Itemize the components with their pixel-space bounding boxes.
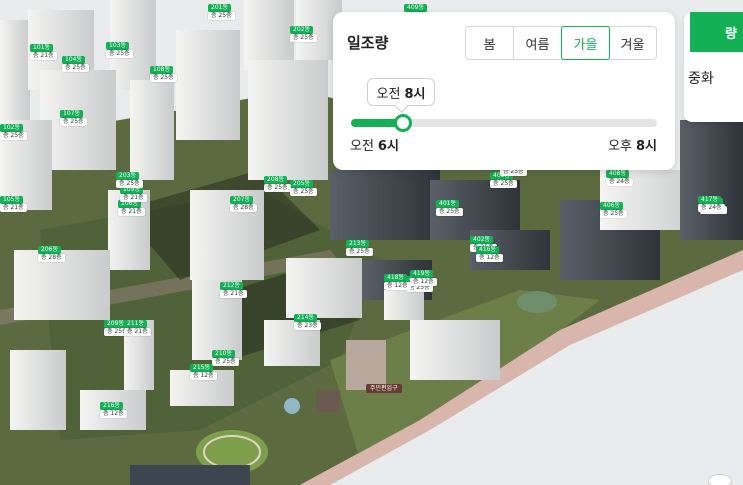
building-floors: 층 23층 — [294, 322, 321, 330]
entrance-label: 주민편입구 — [366, 384, 402, 393]
building-number: 213동 — [346, 240, 369, 248]
tab-autumn[interactable]: 가을 — [561, 26, 610, 60]
tooltip-prefix: 오전 — [376, 86, 401, 102]
building-number: 105동 — [0, 196, 23, 204]
building-floors: 층 12층 — [384, 282, 411, 290]
building-floors: 층 25층 — [212, 358, 239, 366]
building-floors: 층 25층 — [490, 180, 517, 188]
tab-spring[interactable]: 봄 — [466, 27, 514, 59]
tab-summer[interactable]: 여름 — [514, 27, 562, 59]
building-number: 108동 — [150, 66, 173, 74]
building-number: 102동 — [0, 124, 23, 132]
building-floors: 층 25층 — [150, 74, 177, 82]
building-floors: 층 28층 — [38, 254, 65, 262]
building-number: 211동 — [124, 320, 147, 328]
building-number: 401동 — [436, 200, 459, 208]
building-number: 101동 — [30, 44, 53, 52]
building-floors: 층 12층 — [190, 372, 217, 380]
building-number: 408동 — [606, 170, 629, 178]
min-value: 6시 — [377, 139, 399, 154]
building-floors: 층 25층 — [264, 184, 291, 192]
building-number: 416동 — [476, 246, 499, 254]
building-number: 406동 — [600, 202, 623, 210]
max-prefix: 오후 — [608, 139, 632, 154]
slider-max-label: 오후 8시 — [608, 135, 657, 154]
building-floors: 층 25층 — [600, 210, 627, 218]
building-number: 107동 — [60, 110, 83, 118]
building-floors: 층 28층 — [230, 204, 257, 212]
building-floors: 층 21층 — [220, 290, 247, 298]
side-card[interactable]: 량 중화 — [684, 12, 743, 122]
slider-min-label: 오전 6시 — [350, 135, 399, 154]
building-number: 203동 — [116, 172, 139, 180]
building-floors: 층 21층 — [124, 328, 151, 336]
building-number: 214동 — [294, 314, 317, 322]
building-number: 418동 — [384, 274, 407, 282]
time-tooltip: 오전 8시 — [367, 78, 435, 106]
building-floors: 층 25층 — [290, 188, 317, 196]
building-floors: 층 25층 — [60, 118, 87, 126]
tab-winter[interactable]: 겨울 — [609, 27, 656, 59]
building-floors: 층 24층 — [698, 204, 725, 212]
building-floors: 층 21층 — [30, 52, 57, 60]
min-prefix: 오전 — [350, 139, 374, 154]
building-floors: 층 25층 — [290, 34, 317, 42]
sunlight-panel: 일조량 봄 여름 가을 겨울 오전 8시 오전 6시 오후 8시 — [333, 12, 675, 170]
panel-title: 일조량 — [347, 34, 389, 52]
season-tabs: 봄 여름 가을 겨울 — [465, 26, 657, 60]
building-floors: 층 21층 — [120, 194, 147, 202]
building-floors: 층 12층 — [476, 254, 503, 262]
building-number: 215동 — [190, 364, 213, 372]
building-number: 212동 — [220, 282, 243, 290]
building-floors: 층 25층 — [208, 12, 235, 20]
building-number: 201동 — [208, 4, 231, 12]
building-floors: 층 25층 — [0, 132, 27, 140]
building-number: 103동 — [106, 42, 129, 50]
building-floors: 층 21층 — [0, 204, 27, 212]
max-value: 8시 — [635, 139, 657, 154]
building-number: 216동 — [100, 402, 123, 410]
map-control-button[interactable] — [708, 474, 732, 485]
building-floors: 층 21층 — [118, 208, 145, 216]
building-number: 417동 — [698, 196, 721, 204]
building-number: 202동 — [290, 26, 313, 34]
building-floors: 층 12층 — [100, 410, 127, 418]
tooltip-value: 8시 — [404, 86, 426, 102]
time-slider[interactable] — [351, 114, 657, 132]
building-floors: 층 25층 — [106, 50, 133, 58]
building-number: 210동 — [212, 350, 235, 358]
building-number: 206동 — [38, 246, 61, 254]
building-floors: 층 25층 — [116, 180, 143, 188]
building-number: 419동 — [410, 270, 433, 278]
side-card-text: 중화 — [688, 71, 714, 87]
building-number: 205동 — [290, 180, 313, 188]
building-floors: 층 25층 — [436, 208, 463, 216]
building-floors: 층 24층 — [606, 178, 633, 186]
side-card-tab[interactable]: 량 — [690, 12, 743, 52]
building-floors: 층 25층 — [346, 248, 373, 256]
building-floors: 층 25층 — [62, 64, 89, 72]
slider-thumb[interactable] — [394, 114, 413, 132]
building-number: 207동 — [230, 196, 253, 204]
building-number: 409동 — [404, 4, 427, 12]
building-number: 208동 — [264, 176, 287, 184]
building-number: 104동 — [62, 56, 85, 64]
building-number: 402동 — [470, 236, 493, 244]
building-floors: 층 12층 — [410, 278, 437, 286]
